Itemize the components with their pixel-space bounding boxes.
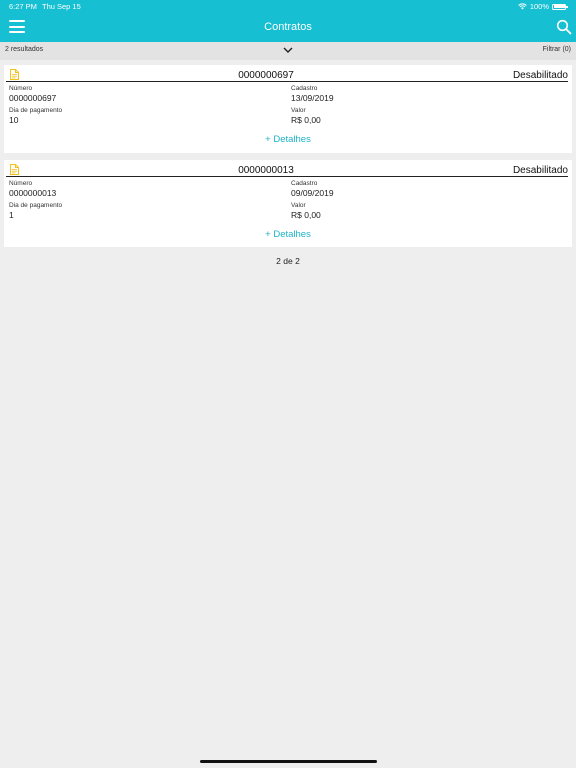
home-indicator[interactable] xyxy=(200,760,377,763)
numero-label: Número xyxy=(9,180,33,187)
dia-pagamento-value: 1 xyxy=(9,210,14,220)
details-link[interactable]: + Detalhes xyxy=(4,134,572,145)
details-link[interactable]: + Detalhes xyxy=(4,229,572,240)
card-header: 0000000697 Desabilitado xyxy=(6,65,568,82)
numero-label: Número xyxy=(9,85,33,92)
contract-number: 0000000697 xyxy=(238,70,294,81)
dia-pagamento-label: Dia de pagamento xyxy=(9,202,63,209)
battery-percent: 100% xyxy=(529,2,549,11)
cadastro-value: 09/09/2019 xyxy=(291,188,334,198)
status-time: 6:27 PM xyxy=(9,2,37,11)
app-header: 6:27 PM Thu Sep 15 100% Contratos xyxy=(0,0,576,42)
results-toolbar: 2 resultados Filtrar (0) xyxy=(0,42,576,60)
cadastro-label: Cadastro xyxy=(291,180,318,187)
contract-status: Desabilitado xyxy=(512,165,568,176)
battery-icon xyxy=(552,3,568,10)
numero-value: 0000000013 xyxy=(9,188,57,198)
filter-button[interactable]: Filtrar (0) xyxy=(543,46,571,53)
valor-label: Valor xyxy=(291,202,306,209)
card-header: 0000000013 Desabilitado xyxy=(6,160,568,177)
contract-card[interactable]: 0000000013 Desabilitado Número 000000001… xyxy=(4,160,572,247)
dia-pagamento-value: 10 xyxy=(9,115,19,125)
valor-value: R$ 0,00 xyxy=(291,115,321,125)
results-count: 2 resultados xyxy=(5,46,44,53)
chevron-down-icon[interactable] xyxy=(282,45,294,55)
numero-value: 0000000697 xyxy=(9,93,57,103)
page-title: Contratos xyxy=(264,21,312,33)
valor-label: Valor xyxy=(291,107,306,114)
status-date: Thu Sep 15 xyxy=(42,2,81,11)
contract-status: Desabilitado xyxy=(512,70,568,81)
wifi-icon xyxy=(518,3,527,10)
cadastro-label: Cadastro xyxy=(291,85,318,92)
cadastro-value: 13/09/2019 xyxy=(291,93,334,103)
search-icon[interactable] xyxy=(556,19,572,35)
pagination-text: 2 de 2 xyxy=(276,256,300,266)
status-right: 100% xyxy=(518,2,568,11)
contract-number: 0000000013 xyxy=(238,165,294,176)
contract-card[interactable]: 0000000697 Desabilitado Número 000000069… xyxy=(4,65,572,153)
valor-value: R$ 0,00 xyxy=(291,210,321,220)
dia-pagamento-label: Dia de pagamento xyxy=(9,107,63,114)
